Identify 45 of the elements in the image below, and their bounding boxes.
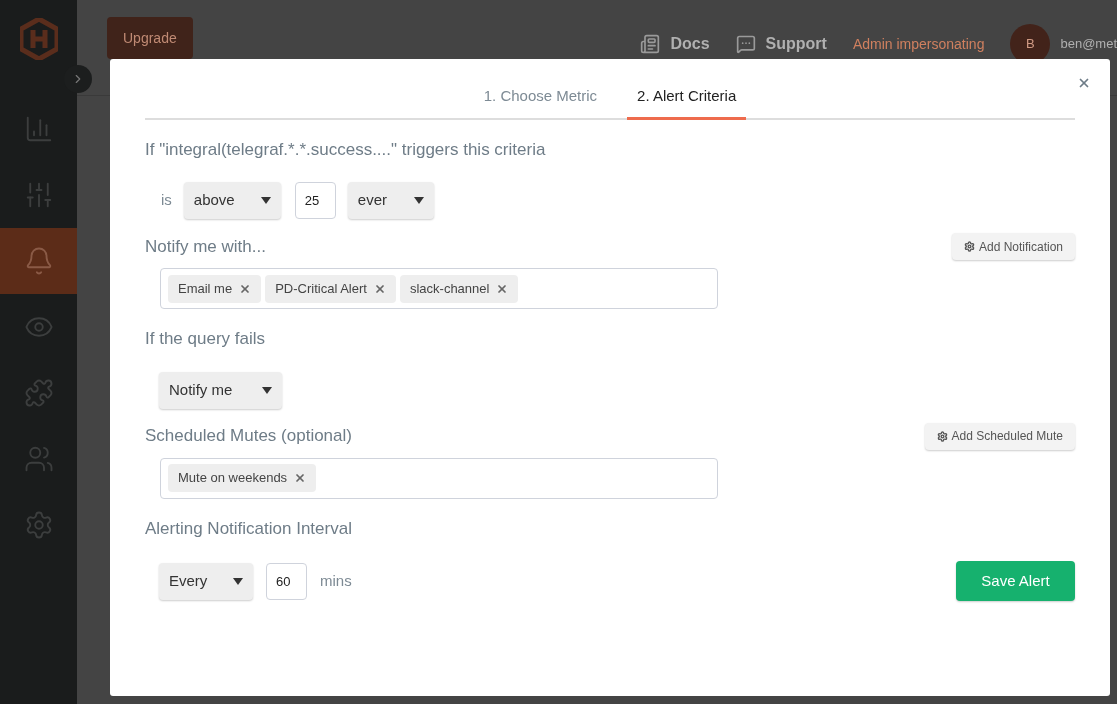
- sidebar-item[interactable]: [0, 228, 77, 294]
- gear-icon: [936, 430, 948, 442]
- section-heading: Alerting Notification Interval: [145, 517, 353, 540]
- remove-icon[interactable]: [373, 282, 386, 295]
- add-button[interactable]: Add Scheduled Mute: [924, 422, 1075, 450]
- user-email: ben@met: [1060, 35, 1117, 54]
- tag-label: slack-channel: [409, 279, 490, 298]
- caret-icon: [413, 197, 424, 204]
- hexagon-logo-icon: [19, 18, 58, 60]
- tag-label: Email me: [178, 279, 233, 298]
- upgrade-button[interactable]: Upgrade: [107, 17, 193, 59]
- users-icon: [23, 444, 54, 474]
- section-heading: If "integral(telegraf.*.*.success...." triggers this criteria: [145, 138, 547, 161]
- section-heading: Scheduled Mutes (optional): [145, 425, 352, 448]
- step-tab[interactable]: 2. Alert Criteria: [627, 85, 747, 120]
- section-heading: Notify me with...: [145, 235, 266, 258]
- failure-action-select[interactable]: Notify me: [159, 371, 282, 409]
- comparison-select[interactable]: above: [183, 182, 281, 219]
- newspaper-icon: [640, 34, 661, 54]
- close-icon: [1077, 76, 1091, 90]
- puzzle-icon: [23, 378, 54, 408]
- unit-label: mins: [320, 570, 352, 591]
- tag-label: Mute on weekends: [178, 469, 288, 488]
- section-heading: If the query fails: [145, 328, 266, 350]
- add-button[interactable]: Add Notification: [951, 233, 1075, 260]
- caret-icon: [262, 386, 272, 394]
- remove-icon[interactable]: [239, 282, 252, 295]
- interval-input[interactable]: 60: [266, 562, 307, 600]
- docs-link[interactable]: Docs: [670, 32, 710, 56]
- is-label: is: [161, 190, 172, 211]
- remove-icon[interactable]: [294, 472, 307, 484]
- interval-select[interactable]: Every: [159, 562, 253, 600]
- support-link[interactable]: Support: [765, 32, 827, 56]
- caret-icon: [233, 577, 243, 585]
- remove-icon[interactable]: [496, 282, 509, 295]
- tag-input-field[interactable]: Mute on weekends: [160, 457, 718, 499]
- admin-impersonating-label: Admin impersonating: [852, 34, 985, 54]
- threshold-input[interactable]: 25: [294, 182, 336, 219]
- gear-icon: [963, 241, 975, 252]
- tag-label: PD-Critical Alert: [275, 279, 367, 298]
- caret-icon: [260, 197, 271, 204]
- step-tab[interactable]: 1. Choose Metric: [473, 85, 608, 120]
- chat-icon: [735, 34, 756, 54]
- duration-select[interactable]: ever: [347, 182, 434, 219]
- tag-input-field[interactable]: Email me PD-Critical Alert slack-channel: [160, 268, 718, 309]
